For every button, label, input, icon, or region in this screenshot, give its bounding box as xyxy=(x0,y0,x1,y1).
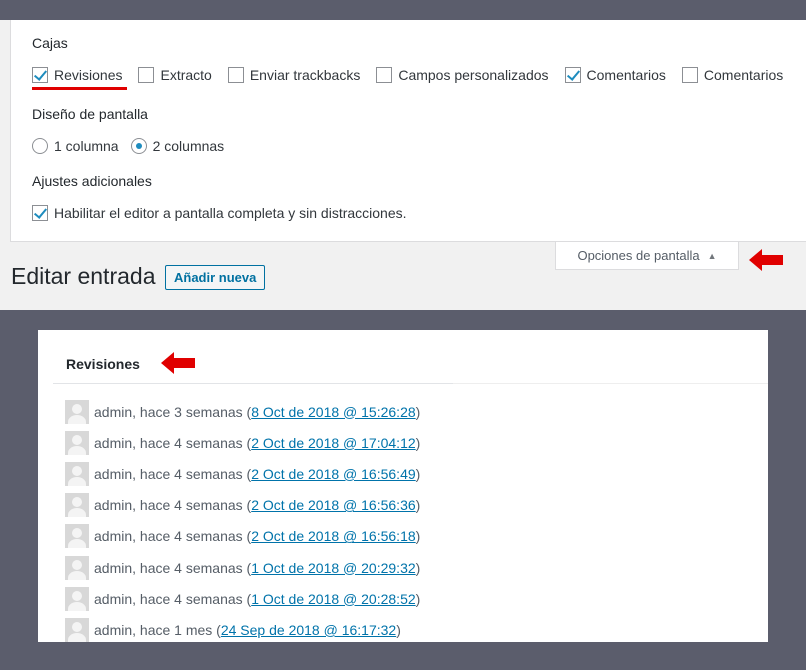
box-toggle-revisiones[interactable]: Revisiones xyxy=(32,65,122,85)
revisions-metabox: Revisiones admin, hace 3 semanas (8 Oct … xyxy=(38,330,768,642)
list-item: admin, hace 3 semanas (8 Oct de 2018 @ 1… xyxy=(65,396,420,427)
revision-text: admin, hace 4 semanas (1 Oct de 2018 @ 2… xyxy=(94,590,421,607)
boxes-checkbox-row: Revisiones Extracto Enviar trackbacks Ca… xyxy=(32,65,799,85)
revision-text: admin, hace 4 semanas (2 Oct de 2018 @ 1… xyxy=(94,434,421,451)
radio-label: 1 columna xyxy=(54,138,119,154)
checkbox-label: Comentarios xyxy=(586,67,666,83)
avatar xyxy=(65,461,89,486)
checkbox-label: Revisiones xyxy=(54,67,123,83)
revision-date-link[interactable]: 2 Oct de 2018 @ 16:56:49 xyxy=(251,466,415,482)
checkbox-unchecked[interactable] xyxy=(138,67,155,83)
revisions-list: admin, hace 3 semanas (8 Oct de 2018 @ 1… xyxy=(65,396,420,642)
list-item: admin, hace 4 semanas (2 Oct de 2018 @ 1… xyxy=(65,521,420,552)
revision-text: admin, hace 4 semanas (1 Oct de 2018 @ 2… xyxy=(94,559,421,576)
layout-heading: Diseño de pantalla xyxy=(32,106,148,122)
revision-date-link[interactable]: 1 Oct de 2018 @ 20:28:52 xyxy=(251,591,415,607)
radio-unselected[interactable] xyxy=(32,138,48,154)
list-item: admin, hace 4 semanas (1 Oct de 2018 @ 2… xyxy=(65,583,420,614)
box-toggle-trackbacks[interactable]: Enviar trackbacks xyxy=(227,65,361,85)
box-toggle-extracto[interactable]: Extracto xyxy=(138,65,212,85)
revisions-header: Revisiones xyxy=(53,346,453,384)
screen-options-toggle[interactable]: Opciones de pantalla ▲ xyxy=(555,242,739,270)
screen-options-panel: Cajas Revisiones Extracto Enviar trackba… xyxy=(10,20,806,242)
fullscreen-editor-option[interactable]: Habilitar el editor a pantalla completa … xyxy=(32,203,407,223)
checkbox-label: Extracto xyxy=(160,67,212,83)
checkbox-unchecked[interactable] xyxy=(681,67,698,83)
revisions-title: Revisiones xyxy=(66,356,140,372)
layout-radio-row: 1 columna 2 columnas xyxy=(32,136,236,156)
triangle-up-icon: ▲ xyxy=(707,250,717,261)
revision-text: admin, hace 4 semanas (2 Oct de 2018 @ 1… xyxy=(94,465,421,482)
boxes-heading: Cajas xyxy=(32,35,68,51)
radio-selected[interactable] xyxy=(130,138,147,154)
box-toggle-comentarios-2[interactable]: Comentarios xyxy=(681,65,784,85)
checkbox-label: Comentarios xyxy=(703,67,784,83)
checkbox-checked[interactable] xyxy=(32,67,48,83)
avatar xyxy=(65,430,89,455)
checkbox-label: Enviar trackbacks xyxy=(249,67,361,83)
avatar xyxy=(65,586,89,611)
arrow-left-icon xyxy=(749,249,783,271)
add-new-button[interactable]: Añadir nueva xyxy=(165,265,266,290)
page-title: Editar entrada xyxy=(11,263,156,289)
revision-text: admin, hace 4 semanas (2 Oct de 2018 @ 1… xyxy=(94,497,421,514)
arrow-left-icon xyxy=(161,352,195,374)
list-item: admin, hace 1 mes (24 Sep de 2018 @ 16:1… xyxy=(65,614,420,642)
revision-text: admin, hace 1 mes (24 Sep de 2018 @ 16:1… xyxy=(94,621,401,638)
checkbox-checked[interactable] xyxy=(32,205,48,221)
screen-options-label: Opciones de pantalla xyxy=(577,248,700,263)
list-item: admin, hace 4 semanas (1 Oct de 2018 @ 2… xyxy=(65,552,420,583)
box-toggle-campos[interactable]: Campos personalizados xyxy=(376,65,549,85)
avatar xyxy=(65,617,89,642)
layout-option-1-column[interactable]: 1 columna xyxy=(32,138,119,154)
revision-date-link[interactable]: 24 Sep de 2018 @ 16:17:32 xyxy=(221,622,396,638)
checkbox-checked[interactable] xyxy=(564,67,581,83)
checkbox-unchecked[interactable] xyxy=(227,67,244,83)
revision-date-link[interactable]: 1 Oct de 2018 @ 20:29:32 xyxy=(251,560,415,576)
avatar xyxy=(65,555,89,580)
avatar xyxy=(65,399,89,424)
screen-options-area: Cajas Revisiones Extracto Enviar trackba… xyxy=(0,20,806,310)
revision-date-link[interactable]: 2 Oct de 2018 @ 16:56:36 xyxy=(251,497,415,513)
revision-date-link[interactable]: 8 Oct de 2018 @ 15:26:28 xyxy=(251,404,415,420)
checkbox-label: Habilitar el editor a pantalla completa … xyxy=(54,205,407,221)
radio-label: 2 columnas xyxy=(152,138,225,154)
list-item: admin, hace 4 semanas (2 Oct de 2018 @ 1… xyxy=(65,490,420,521)
revision-date-link[interactable]: 2 Oct de 2018 @ 16:56:18 xyxy=(251,528,415,544)
avatar xyxy=(65,493,89,518)
list-item: admin, hace 4 semanas (2 Oct de 2018 @ 1… xyxy=(65,458,420,489)
layout-option-2-columns[interactable]: 2 columnas xyxy=(130,138,225,154)
revision-date-link[interactable]: 2 Oct de 2018 @ 17:04:12 xyxy=(251,435,415,451)
checkbox-unchecked[interactable] xyxy=(376,67,393,83)
revision-text: admin, hace 4 semanas (2 Oct de 2018 @ 1… xyxy=(94,528,421,545)
checkbox-label: Campos personalizados xyxy=(398,67,549,83)
revision-text: admin, hace 3 semanas (8 Oct de 2018 @ 1… xyxy=(94,403,421,420)
box-toggle-comentarios[interactable]: Comentarios xyxy=(564,65,666,85)
list-item: admin, hace 4 semanas (2 Oct de 2018 @ 1… xyxy=(65,427,420,458)
highlight-underline xyxy=(32,87,127,90)
avatar xyxy=(65,524,89,549)
extra-settings-heading: Ajustes adicionales xyxy=(32,173,152,189)
